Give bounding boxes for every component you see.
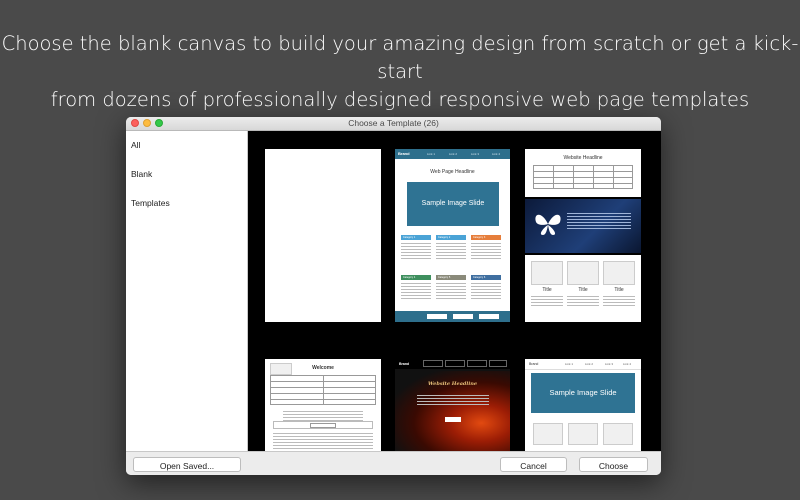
thumb-text-lines xyxy=(273,433,373,449)
template-thumb-dark[interactable]: Brand Website Headline xyxy=(395,359,510,451)
bottom-bar: Open Saved... Cancel Choose xyxy=(126,451,661,475)
thumb-category-box: Category 1 xyxy=(401,235,431,240)
thumb-headline: Welcome xyxy=(312,365,334,371)
thumb-text-lines xyxy=(567,213,631,229)
thumb-headline: Web Page Headline xyxy=(430,169,475,175)
thumb-brand: Brand xyxy=(529,362,539,366)
template-grid: Brand Link 1 Link 2 Link 3 Link 4 Web Pa… xyxy=(248,131,661,451)
thumb-category-label: Category 3 xyxy=(473,236,486,239)
thumb-text-lines xyxy=(471,243,501,261)
thumb-text-lines xyxy=(567,296,599,308)
template-thumb-welcome[interactable]: Welcome xyxy=(265,359,381,451)
template-thumb-slide[interactable]: Brand Link 1 Link 2 Link 3 Link 4 Sample… xyxy=(525,359,641,451)
thumb-text-lines xyxy=(603,296,635,308)
thumb-text-lines xyxy=(436,283,466,301)
butterfly-icon xyxy=(535,214,561,235)
thumb-category-box: Category 6 xyxy=(471,275,501,280)
thumb-brand: Brand xyxy=(398,151,410,156)
thumb-nav-link: Link 2 xyxy=(449,152,458,156)
thumb-nav-link: Link 4 xyxy=(623,362,632,366)
image-placeholder-icon xyxy=(568,423,598,445)
cancel-button[interactable]: Cancel xyxy=(500,457,567,472)
thumb-hero-section xyxy=(525,199,641,253)
thumb-button xyxy=(445,417,461,422)
thumb-image-slide: Sample Image Slide xyxy=(531,373,635,413)
promo-headline: Choose the blank canvas to build your am… xyxy=(0,30,800,114)
choose-button[interactable]: Choose xyxy=(579,457,648,472)
thumb-category-label: Category 4 xyxy=(403,276,416,279)
sidebar-item-templates[interactable]: Templates xyxy=(131,198,170,208)
thumb-nav-link: Link 1 xyxy=(565,362,574,366)
thumb-nav-link: Link 1 xyxy=(427,152,436,156)
template-chooser-window: Choose a Template (26) All Blank Templat… xyxy=(126,117,661,475)
thumb-category-box: Category 5 xyxy=(436,275,466,280)
thumb-category-label: Category 2 xyxy=(438,236,451,239)
image-placeholder-icon xyxy=(533,423,563,445)
thumb-brand: Brand xyxy=(399,362,410,366)
thumb-nav-bar: Brand Link 1 Link 2 Link 3 Link 4 xyxy=(525,359,641,370)
thumb-text-lines xyxy=(401,283,431,301)
thumb-button xyxy=(310,423,336,428)
thumb-header-section: Website Headline xyxy=(525,149,641,197)
sidebar-item-blank[interactable]: Blank xyxy=(131,169,152,179)
thumb-footer xyxy=(395,311,510,322)
thumb-nav-bar: Brand xyxy=(395,359,510,369)
title-bar: Choose a Template (26) xyxy=(126,117,661,131)
sidebar-item-all[interactable]: All xyxy=(131,140,140,150)
image-placeholder-icon xyxy=(531,261,563,285)
template-thumb-blank[interactable] xyxy=(265,149,381,322)
window-title: Choose a Template (26) xyxy=(348,118,439,128)
thumb-footer-box xyxy=(427,314,447,319)
thumb-text-lines xyxy=(531,296,563,308)
thumb-nav-link: Link 2 xyxy=(585,362,594,366)
thumb-title: Title xyxy=(542,287,552,293)
thumb-footer-box xyxy=(453,314,473,319)
thumb-title: Title xyxy=(614,287,624,293)
image-placeholder-icon xyxy=(603,423,633,445)
thumb-category-box: Category 4 xyxy=(401,275,431,280)
thumb-nav-link: Link 3 xyxy=(471,152,480,156)
image-placeholder-icon xyxy=(603,261,635,285)
thumb-category-box: Category 2 xyxy=(436,235,466,240)
thumb-headline: Website Headline xyxy=(427,381,478,387)
thumb-image-slide: Sample Image Slide xyxy=(407,182,499,226)
thumb-nav-link xyxy=(467,360,487,367)
thumb-text-lines xyxy=(471,283,501,301)
thumb-text-lines xyxy=(436,243,466,261)
thumb-headline: Website Headline xyxy=(563,155,603,161)
thumb-nav-link xyxy=(423,360,443,367)
template-thumb-butterfly[interactable]: Website Headline Title Title Title xyxy=(525,149,641,322)
thumb-nav-link xyxy=(445,360,465,367)
thumb-category-label: Category 1 xyxy=(403,236,416,239)
thumb-footer-box xyxy=(479,314,499,319)
thumb-nav-bar: Brand Link 1 Link 2 Link 3 Link 4 xyxy=(395,149,510,159)
category-sidebar: All Blank Templates xyxy=(126,131,248,451)
thumb-nav-link: Link 4 xyxy=(492,152,501,156)
thumb-table xyxy=(270,375,376,405)
promo-headline-line2: from dozens of professionally designed r… xyxy=(50,88,750,111)
thumb-category-box: Category 3 xyxy=(471,235,501,240)
template-thumb-blue-page[interactable]: Brand Link 1 Link 2 Link 3 Link 4 Web Pa… xyxy=(395,149,510,322)
thumb-feature-section: Title Title Title xyxy=(525,255,641,322)
image-placeholder-icon xyxy=(567,261,599,285)
thumb-nav-link xyxy=(489,360,507,367)
thumb-category-label: Category 5 xyxy=(438,276,451,279)
thumb-text-lines xyxy=(283,411,363,421)
thumb-nav-link: Link 3 xyxy=(605,362,614,366)
thumb-title: Title xyxy=(578,287,588,293)
thumb-category-label: Category 6 xyxy=(473,276,486,279)
promo-headline-line1: Choose the blank canvas to build your am… xyxy=(1,32,799,83)
thumb-text-lines xyxy=(401,243,431,261)
thumb-table xyxy=(533,165,633,189)
thumb-text-lines xyxy=(417,395,489,405)
open-saved-button[interactable]: Open Saved... xyxy=(133,457,241,472)
